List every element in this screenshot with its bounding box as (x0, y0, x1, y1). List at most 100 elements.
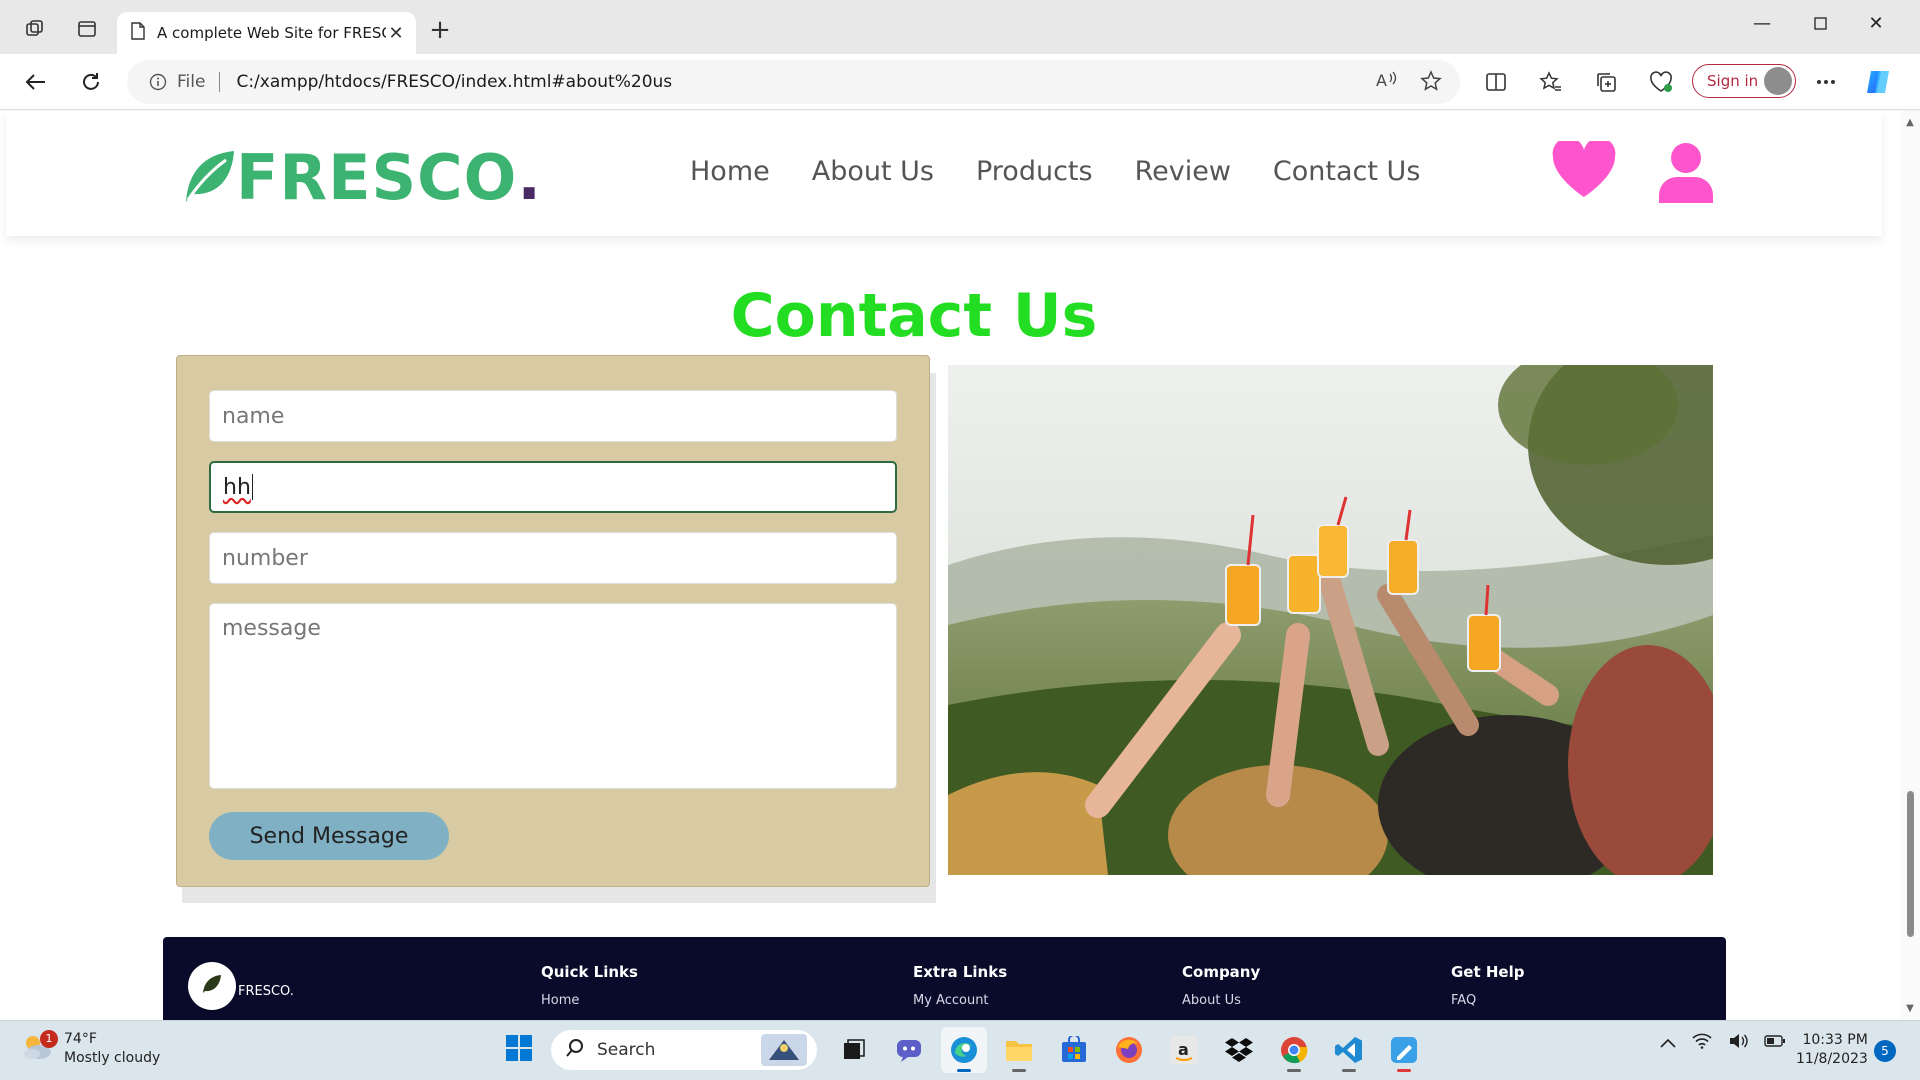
user-icon[interactable] (1657, 141, 1715, 209)
sign-in-label: Sign in (1707, 72, 1759, 90)
sign-in-button[interactable]: Sign in (1692, 64, 1796, 98)
scroll-up-icon[interactable]: ▲ (1904, 117, 1916, 129)
firefox-icon[interactable] (1106, 1027, 1152, 1073)
site-logo[interactable]: FRESCO . (182, 141, 541, 214)
page-scrollbar[interactable]: ▲ ▼ (1900, 111, 1920, 1020)
favorites-icon[interactable] (1535, 66, 1567, 98)
avatar-icon (1764, 67, 1792, 95)
chrome-icon[interactable] (1271, 1027, 1317, 1073)
browser-essentials-icon[interactable] (1645, 66, 1677, 98)
footer-heading: Company (1182, 963, 1261, 981)
task-view-icon[interactable] (831, 1027, 877, 1073)
refresh-icon[interactable] (75, 66, 107, 98)
logo-dot: . (517, 141, 541, 214)
email-field[interactable]: hh (209, 461, 897, 513)
system-clock[interactable]: 10:33 PM 11/8/2023 (1796, 1031, 1868, 1069)
workspaces-icon[interactable] (20, 14, 50, 44)
tab-actions-icon[interactable] (72, 14, 102, 44)
browser-tab-active[interactable]: A complete Web Site for FRESCO ✕ (117, 12, 416, 54)
footer-link-home[interactable]: Home (541, 993, 638, 1008)
footer-col-extra-links: Extra Links My Account (913, 963, 1007, 1008)
footer-col-company: Company About Us (1182, 963, 1260, 1008)
close-tab-icon[interactable]: ✕ (386, 23, 406, 44)
page-viewport: FRESCO . Home About Us Products Review C… (0, 111, 1900, 1020)
notification-badge[interactable]: 5 (1874, 1040, 1896, 1062)
read-aloud-icon[interactable]: A (1376, 70, 1398, 96)
url-text[interactable]: C:/xampp/htdocs/FRESCO/index.html#about%… (236, 72, 672, 92)
favorite-star-icon[interactable] (1420, 70, 1442, 96)
footer-col-quick-links: Quick Links Home (541, 963, 638, 1008)
footer-logo[interactable] (188, 962, 236, 1010)
message-textarea[interactable]: message (209, 603, 897, 789)
nav-contact-us[interactable]: Contact Us (1273, 156, 1420, 187)
active-indicator (957, 1069, 971, 1072)
heart-icon[interactable] (1551, 137, 1617, 209)
teams-chat-icon[interactable] (886, 1027, 932, 1073)
minimize-icon[interactable]: — (1742, 8, 1782, 38)
weather-alert-badge: 1 (40, 1030, 58, 1048)
volume-icon[interactable] (1728, 1033, 1748, 1053)
clock-date: 11/8/2023 (1796, 1051, 1868, 1067)
footer-link-my-account[interactable]: My Account (913, 993, 1007, 1008)
site-footer: FRESCO. Quick Links Home Extra Links My … (163, 937, 1726, 1020)
nav-home[interactable]: Home (690, 156, 770, 187)
system-tray (1660, 1033, 1786, 1053)
vscode-icon[interactable] (1326, 1027, 1372, 1073)
amazon-icon[interactable]: a (1161, 1027, 1207, 1073)
send-message-button[interactable]: Send Message (209, 812, 449, 860)
running-indicator (1287, 1069, 1301, 1072)
email-value: hh (223, 474, 251, 500)
wifi-icon[interactable] (1692, 1033, 1712, 1053)
microsoft-store-icon[interactable] (1051, 1027, 1097, 1073)
search-icon (565, 1038, 585, 1063)
scroll-down-icon[interactable]: ▼ (1904, 1003, 1916, 1015)
footer-link-faq[interactable]: FAQ (1451, 993, 1524, 1008)
copilot-icon[interactable] (1862, 66, 1894, 98)
file-explorer-icon[interactable] (996, 1027, 1042, 1073)
start-button[interactable] (496, 1027, 542, 1073)
page-icon (131, 22, 145, 44)
weather-widget[interactable]: 1 74°F Mostly cloudy (20, 1030, 160, 1068)
more-options-icon[interactable] (1810, 66, 1842, 98)
scrollbar-thumb[interactable] (1907, 791, 1914, 937)
footer-link-about-us[interactable]: About Us (1182, 993, 1260, 1008)
footer-leaf-icon (201, 973, 223, 999)
site-header: FRESCO . Home About Us Products Review C… (6, 111, 1882, 236)
site-info-icon[interactable] (149, 73, 167, 91)
nav-products[interactable]: Products (976, 156, 1093, 187)
new-tab-icon[interactable]: + (425, 16, 455, 44)
battery-icon[interactable] (1764, 1034, 1786, 1052)
footer-brand: FRESCO. (238, 984, 294, 999)
paint-app-icon[interactable] (1381, 1027, 1427, 1073)
name-field[interactable]: name (209, 390, 897, 442)
collections-icon[interactable] (1590, 66, 1622, 98)
edge-browser-icon[interactable] (941, 1027, 987, 1073)
running-indicator (1012, 1069, 1026, 1072)
footer-col-get-help: Get Help FAQ (1451, 963, 1524, 1008)
tab-title: A complete Web Site for FRESCO (157, 24, 386, 42)
footer-heading: Extra Links (913, 963, 1008, 981)
contact-section-title: Contact Us (730, 281, 1098, 351)
close-window-icon[interactable]: ✕ (1856, 8, 1896, 38)
address-info-label: File (177, 72, 206, 92)
nav-about-us[interactable]: About Us (812, 156, 934, 187)
svg-text:A: A (1376, 71, 1387, 90)
taskbar-search[interactable]: Search (551, 1030, 817, 1070)
number-field[interactable]: number (209, 532, 897, 584)
dropbox-icon[interactable] (1216, 1027, 1262, 1073)
running-indicator (1397, 1069, 1411, 1072)
leaf-icon (182, 148, 236, 208)
chevron-up-icon[interactable] (1660, 1034, 1676, 1052)
split-screen-icon[interactable] (1480, 66, 1512, 98)
text-caret (251, 474, 253, 500)
back-icon[interactable] (20, 66, 52, 98)
nav-review[interactable]: Review (1135, 156, 1231, 187)
maximize-icon[interactable] (1800, 8, 1840, 38)
browser-toolbar: File C:/xampp/htdocs/FRESCO/index.html#a… (0, 54, 1920, 110)
browser-tab-bar: A complete Web Site for FRESCO ✕ + — ✕ (0, 0, 1920, 54)
running-indicator (1342, 1069, 1356, 1072)
clock-time: 10:33 PM (1802, 1032, 1868, 1048)
message-placeholder: message (222, 616, 321, 641)
address-bar[interactable]: File C:/xampp/htdocs/FRESCO/index.html#a… (127, 60, 1460, 104)
footer-heading: Quick Links (541, 963, 638, 981)
